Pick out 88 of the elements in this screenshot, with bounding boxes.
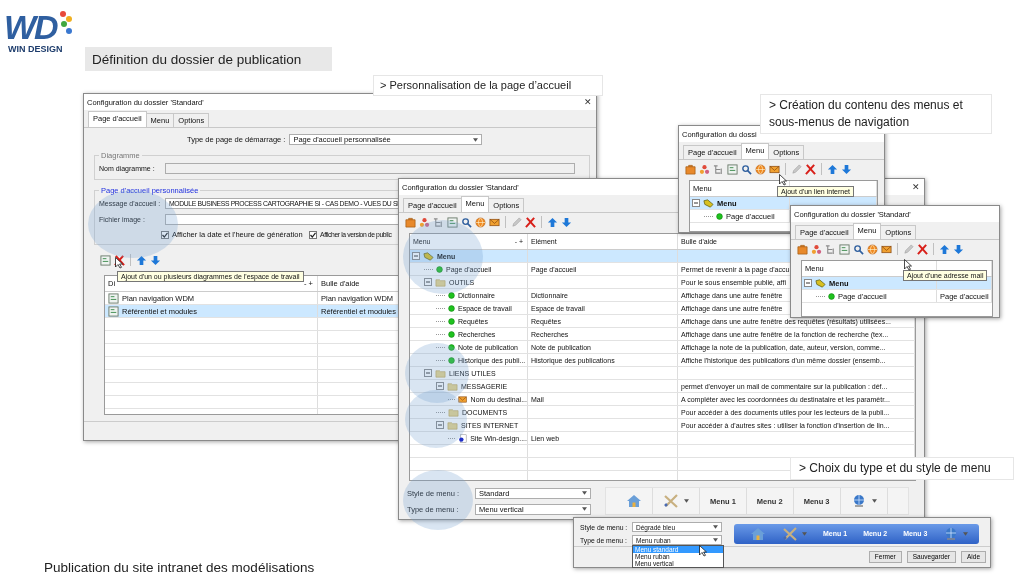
tag-icon <box>815 277 826 289</box>
search-icon[interactable] <box>741 163 752 175</box>
folder-icon <box>435 276 446 288</box>
dots-icon <box>58 10 73 36</box>
checkbox[interactable] <box>309 230 317 239</box>
hierarchy-icon[interactable] <box>825 243 836 255</box>
bullet-icon <box>448 330 455 338</box>
cursor-icon <box>115 257 123 269</box>
up-arrow-icon[interactable] <box>547 216 558 228</box>
folder-icon <box>447 419 458 431</box>
delete-icon[interactable] <box>917 243 928 255</box>
briefcase-icon[interactable] <box>685 163 696 175</box>
diagram-icon <box>108 292 119 304</box>
caret-icon <box>684 499 689 503</box>
bullet-icon <box>448 343 455 351</box>
close-button[interactable]: ✕ <box>912 182 920 192</box>
down-arrow-icon[interactable] <box>841 163 852 175</box>
delete-icon[interactable] <box>114 254 125 266</box>
diagram-icon[interactable] <box>727 163 738 175</box>
tag-icon <box>703 197 714 209</box>
collapse-icon[interactable] <box>436 421 444 429</box>
footer-text: Publication du site intranet des modélisations <box>44 560 315 575</box>
diagram-icon[interactable] <box>839 243 850 255</box>
down-arrow-icon[interactable] <box>561 216 572 228</box>
up-arrow-icon[interactable] <box>136 254 147 266</box>
mail-icon[interactable] <box>489 216 500 228</box>
caret-icon <box>582 507 587 511</box>
bullet-icon <box>716 212 723 220</box>
slide-title: Définition du dossier de publication <box>85 47 332 71</box>
mail-icon[interactable] <box>881 243 892 255</box>
folder-icon <box>447 380 458 392</box>
close-button[interactable]: ✕ <box>584 97 592 107</box>
bullet-icon <box>448 356 455 364</box>
folder-icon <box>435 367 446 379</box>
caret-icon <box>582 491 587 495</box>
caption: > Création du contenu des menus et sous-menus de navigation <box>760 94 992 134</box>
briefcase-icon[interactable] <box>405 216 416 228</box>
shapes-icon[interactable] <box>419 216 430 228</box>
delete-icon[interactable] <box>525 216 536 228</box>
caret-icon <box>963 531 969 536</box>
caret-icon <box>713 525 718 529</box>
web-page-icon <box>458 432 468 444</box>
tools-icon[interactable] <box>663 494 679 508</box>
down-arrow-icon[interactable] <box>953 243 964 255</box>
bullet-icon <box>436 265 443 273</box>
tag-icon <box>423 250 434 262</box>
caret-icon <box>713 538 718 542</box>
globe-icon[interactable] <box>475 216 486 228</box>
input-field[interactable] <box>165 163 575 174</box>
caret-icon <box>871 499 877 503</box>
shapes-icon[interactable] <box>811 243 822 255</box>
collapse-icon[interactable] <box>412 252 420 260</box>
up-arrow-icon[interactable] <box>827 163 838 175</box>
search-icon[interactable] <box>853 243 864 255</box>
bullet-icon <box>448 304 455 312</box>
logo-name: WIN DESIGN <box>8 44 63 54</box>
mail-icon[interactable] <box>769 163 780 175</box>
logo-letters: WD <box>4 10 57 44</box>
caret-icon <box>802 531 807 536</box>
collapse-icon[interactable] <box>804 279 812 287</box>
up-arrow-icon[interactable] <box>939 243 950 255</box>
home-icon[interactable] <box>750 526 766 541</box>
bullet-icon <box>828 292 835 300</box>
checkbox[interactable] <box>161 230 169 239</box>
mail-icon <box>458 393 468 405</box>
caption: > Choix du type et du style de menu <box>790 457 1014 480</box>
home-icon[interactable] <box>626 494 642 508</box>
hierarchy-icon[interactable] <box>713 163 724 175</box>
tools-icon[interactable] <box>782 526 798 541</box>
hierarchy-icon[interactable] <box>433 216 444 228</box>
globe-icon[interactable] <box>755 163 766 175</box>
caret-icon <box>473 137 479 142</box>
briefcase-icon[interactable] <box>797 243 808 255</box>
down-arrow-icon[interactable] <box>150 254 161 266</box>
bullet-icon <box>448 317 455 325</box>
shapes-icon[interactable] <box>699 163 710 175</box>
delete-icon[interactable] <box>805 163 816 175</box>
caption: > Personnalisation de la page d’accueil <box>373 75 603 96</box>
bullet-icon <box>448 291 455 299</box>
search-icon[interactable] <box>461 216 472 228</box>
collapse-icon[interactable] <box>692 199 700 207</box>
collapse-icon[interactable] <box>424 278 432 286</box>
diagram-icon[interactable] <box>447 216 458 228</box>
globe-icon[interactable] <box>867 243 878 255</box>
collapse-icon[interactable] <box>436 382 444 390</box>
folder-icon <box>448 406 459 418</box>
collapse-icon[interactable] <box>424 369 432 377</box>
diagram-icon <box>108 305 119 317</box>
